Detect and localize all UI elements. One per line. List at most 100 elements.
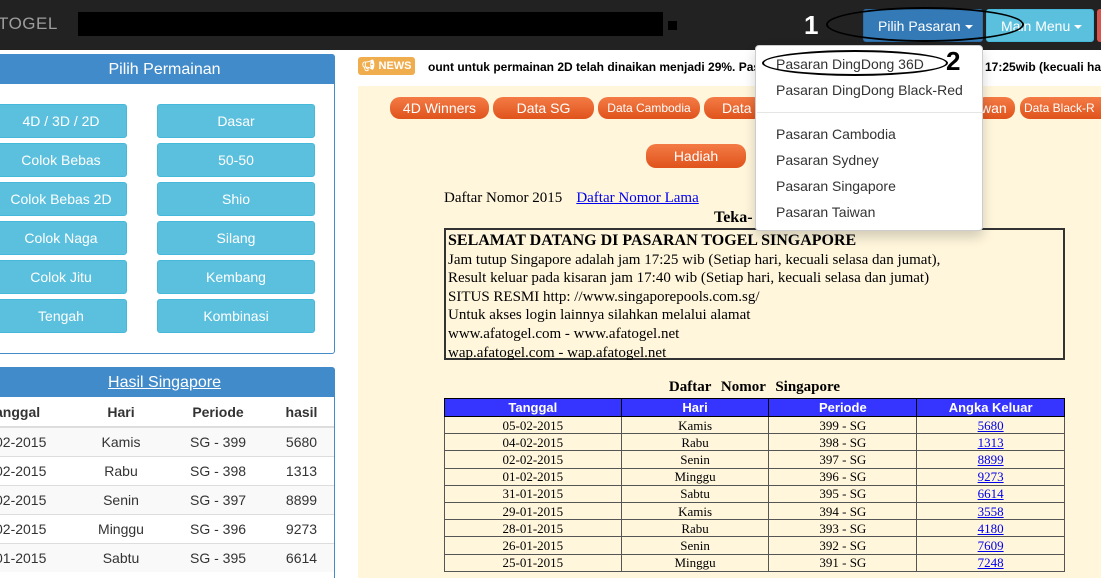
table-row: 31-01-2015 Sabtu 395 - SG 6614 <box>444 484 1065 503</box>
cell: 3558 <box>916 501 1065 521</box>
result-number-link[interactable]: 8899 <box>978 452 1004 467</box>
cell: 394 - SG <box>768 501 918 521</box>
permainan-title: Pilih Permainan <box>0 55 334 84</box>
red-action-button[interactable] <box>1097 9 1101 42</box>
info-line: Untuk akses login lainnya silahkan melal… <box>448 307 751 324</box>
column-header: Hari <box>75 397 167 428</box>
hasil-title-link[interactable]: Hasil Singapore <box>108 374 221 391</box>
game-button[interactable]: Colok Bebas 2D <box>0 182 127 216</box>
game-button[interactable]: Kembang <box>157 260 315 294</box>
cell: 7609 <box>916 536 1065 555</box>
cell: 05-02-2015 <box>444 415 622 435</box>
result-number-link[interactable]: 3558 <box>978 504 1004 519</box>
table-row: 05-02-2015 Kamis 399 - SG 5680 <box>444 415 1065 435</box>
cell: 25-01-2015 <box>444 553 622 572</box>
cell: 5680 <box>269 426 334 456</box>
menu-item-sydney[interactable]: Pasaran Sydney <box>776 149 879 171</box>
result-number-link[interactable]: 7248 <box>978 555 1004 570</box>
table-row: 01-02-2015 Minggu 396 - SG 9273 <box>444 467 1065 486</box>
table-row: 01-2015 Sabtu SG - 395 6614 <box>0 542 334 572</box>
cell: 4180 <box>916 519 1065 538</box>
cell: Sabtu <box>620 484 770 503</box>
cell: SG - 396 <box>167 513 269 543</box>
tab-data-cambodia[interactable]: Data Cambodia <box>598 97 700 119</box>
game-button[interactable]: Tengah <box>0 299 127 333</box>
cell: Rabu <box>75 455 167 485</box>
cell: Rabu <box>620 519 770 538</box>
tab-4d-winners[interactable]: 4D Winners <box>390 97 489 119</box>
cell: 9273 <box>269 513 334 543</box>
annotation-number-1: 1 <box>804 10 819 40</box>
result-number-link[interactable]: 6614 <box>978 486 1004 501</box>
game-button[interactable]: Silang <box>157 221 315 255</box>
hasil-panel: Hasil Singapore anggal Hari Periode hasi… <box>0 367 335 578</box>
column-header: Hari <box>620 398 770 417</box>
menu-item-taiwan[interactable]: Pasaran Taiwan <box>776 201 875 223</box>
table-row: 04-02-2015 Rabu 398 - SG 1313 <box>444 433 1065 452</box>
news-badge: 📢︎ NEWS <box>358 57 415 75</box>
cell: 02-2015 <box>0 513 75 543</box>
cell: 397 - SG <box>768 450 918 469</box>
game-button[interactable]: Dasar <box>157 104 315 138</box>
game-button[interactable]: 4D / 3D / 2D <box>0 104 127 138</box>
cell: 5680 <box>916 415 1065 435</box>
menu-item-dingdong-black-red[interactable]: Pasaran DingDong Black-Red <box>776 79 963 101</box>
table-row: 29-01-2015 Kamis 394 - SG 3558 <box>444 501 1065 521</box>
tab-data-sg[interactable]: Data SG <box>493 97 594 119</box>
hasil-heading: Hasil Singapore <box>0 368 334 397</box>
info-line: Result keluar pada kisaran jam 17:40 wib… <box>448 270 930 287</box>
brand-logo[interactable]: TOGEL <box>0 14 58 34</box>
table-row: 02-2015 Rabu SG - 398 1313 <box>0 455 334 485</box>
menu-item-singapore[interactable]: Pasaran Singapore <box>776 175 896 197</box>
info-heading: SELAMAT DATANG DI PASARAN TOGEL SINGAPOR… <box>448 232 857 249</box>
cell: 396 - SG <box>768 467 918 486</box>
game-button[interactable]: Kombinasi <box>157 299 315 333</box>
permainan-panel: Pilih Permainan 4D / 3D / 2D Colok Bebas… <box>0 54 335 354</box>
result-number-link[interactable]: 4180 <box>978 521 1004 536</box>
news-ticker-text: ount untuk permainan 2D telah dinaikan m… <box>428 60 758 74</box>
info-line: Jam tutup Singapore adalah jam 17:25 wib… <box>448 251 941 268</box>
result-number-link[interactable]: 5680 <box>978 418 1004 433</box>
cell: Minggu <box>620 553 770 572</box>
cell: 01-02-2015 <box>444 467 622 486</box>
results-title: Daftar Nomor Singapore <box>668 379 841 395</box>
table-header-row: Tanggal Hari Periode Angka Keluar <box>444 398 1065 417</box>
table-row: 02-2015 Senin SG - 397 8899 <box>0 484 334 514</box>
cell: SG - 398 <box>167 455 269 485</box>
cell: 02-2015 <box>0 426 75 456</box>
game-button[interactable]: Colok Jitu <box>0 260 127 294</box>
game-button[interactable]: Colok Bebas <box>0 143 127 177</box>
tab-data-black-red[interactable]: Data Black-R <box>1020 97 1101 119</box>
result-number-link[interactable]: 7609 <box>978 538 1004 553</box>
daftar-line: Daftar Nomor 2015 Daftar Nomor Lama <box>444 190 699 207</box>
menu-item-cambodia[interactable]: Pasaran Cambodia <box>776 123 896 145</box>
cell: 9273 <box>916 467 1065 486</box>
cell: Senin <box>620 450 770 469</box>
cell: 04-02-2015 <box>444 433 622 452</box>
redacted-dot <box>668 21 677 30</box>
table-header-row: anggal Hari Periode hasil <box>0 397 334 428</box>
cell: 29-01-2015 <box>444 501 622 521</box>
daftar-lama-link[interactable]: Daftar Nomor Lama <box>576 190 698 206</box>
results-table: Tanggal Hari Periode Angka Keluar 05-02-… <box>444 398 1065 572</box>
game-button[interactable]: Shio <box>157 182 315 216</box>
info-box: SELAMAT DATANG DI PASARAN TOGEL SINGAPOR… <box>444 228 1065 361</box>
info-line: www.afatogel.com - www.afatogel.net <box>448 325 680 342</box>
cell: 01-2015 <box>0 542 75 572</box>
news-badge-label: NEWS <box>378 60 412 72</box>
menu-divider <box>757 112 983 113</box>
game-button[interactable]: Colok Naga <box>0 221 127 255</box>
daftar-label: Daftar Nomor 2015 <box>444 190 563 206</box>
cell: Senin <box>620 536 770 555</box>
cell: Kamis <box>620 501 770 521</box>
cell: 02-02-2015 <box>444 450 622 469</box>
cell: Rabu <box>620 433 770 452</box>
result-number-link[interactable]: 9273 <box>978 469 1004 484</box>
game-button[interactable]: 50-50 <box>157 143 315 177</box>
cell: Senin <box>75 484 167 514</box>
hadiah-button[interactable]: Hadiah <box>646 144 746 168</box>
result-number-link[interactable]: 1313 <box>978 435 1004 450</box>
cell: 8899 <box>916 450 1065 469</box>
column-header: Periode <box>167 397 269 428</box>
cell: SG - 397 <box>167 484 269 514</box>
